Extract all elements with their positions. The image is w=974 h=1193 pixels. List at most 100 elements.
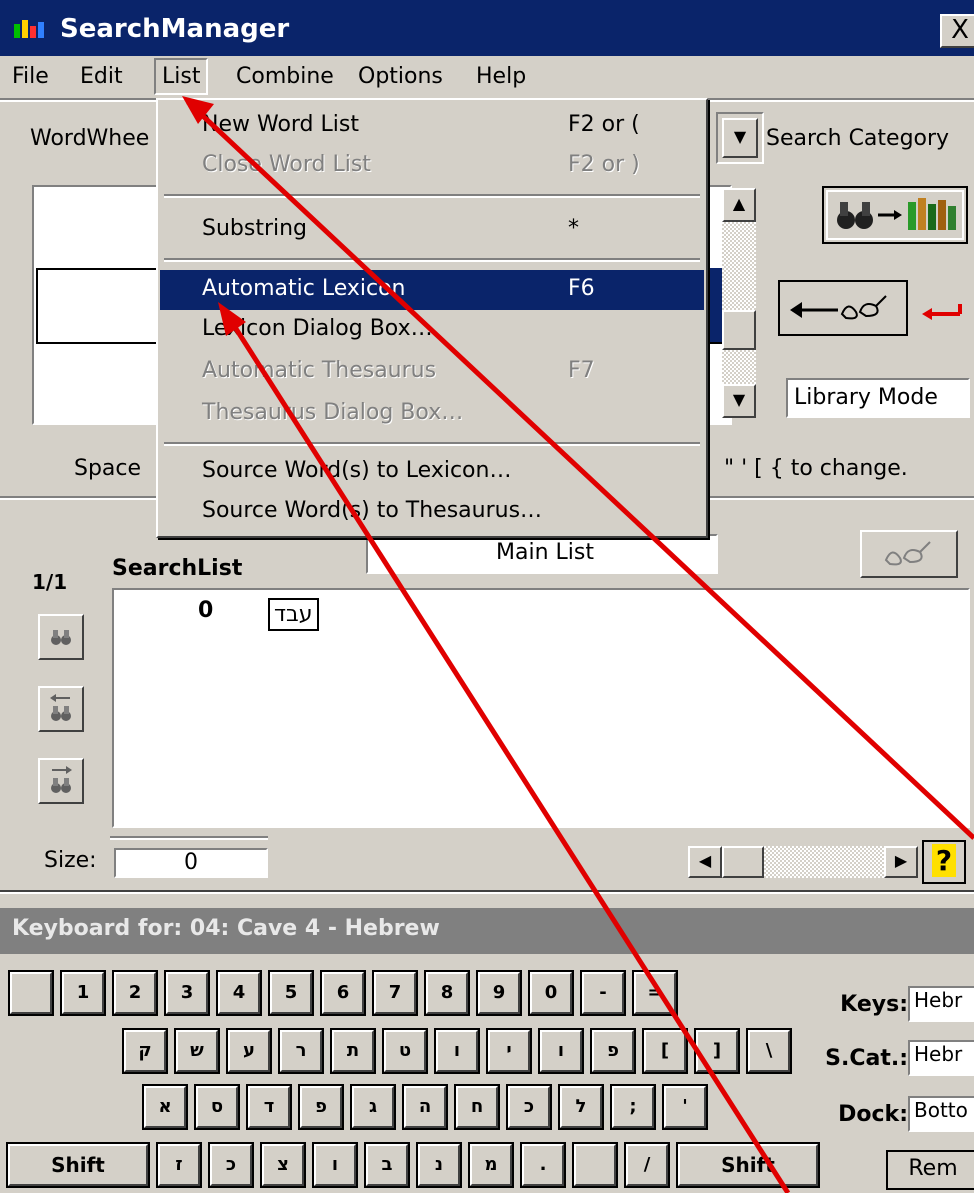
- key-row1-key[interactable]: 1: [62, 972, 104, 1014]
- key-row3-key[interactable]: ס: [196, 1086, 238, 1128]
- key-row3-key[interactable]: כ: [508, 1086, 550, 1128]
- key-row2-key[interactable]: [: [644, 1030, 686, 1072]
- key-row4-key[interactable]: כ: [210, 1144, 252, 1186]
- scat-label: S.Cat.:: [825, 1046, 908, 1071]
- window-title: SearchManager: [60, 14, 290, 44]
- search-button[interactable]: [38, 614, 84, 660]
- help-button[interactable]: ?: [922, 840, 966, 884]
- scroll-right-button[interactable]: ▶: [884, 846, 918, 878]
- key-row3-key[interactable]: ג: [352, 1086, 394, 1128]
- menu-list[interactable]: List: [154, 58, 209, 95]
- key-row2-key[interactable]: ]: [696, 1030, 738, 1072]
- key-row2-key[interactable]: ר: [280, 1030, 322, 1072]
- size-field[interactable]: 0: [114, 848, 268, 878]
- menu-item-label: Automatic Lexicon: [202, 276, 406, 301]
- key-row3-key[interactable]: ה: [404, 1086, 446, 1128]
- searchlist-box[interactable]: 0 עבד: [112, 588, 970, 828]
- key-row3-key[interactable]: ;: [612, 1086, 654, 1128]
- key-row3-key[interactable]: ': [664, 1086, 706, 1128]
- remove-button[interactable]: Rem: [886, 1150, 974, 1190]
- menu-item-shortcut: F6: [568, 276, 595, 301]
- menu-item-label: Lexicon Dialog Box…: [202, 316, 433, 341]
- key-row2-key[interactable]: ו: [436, 1030, 478, 1072]
- menu-item-new-word-list[interactable]: New Word List F2 or (: [160, 106, 704, 146]
- menu-edit[interactable]: Edit: [80, 64, 123, 89]
- key-row4-key[interactable]: [574, 1144, 616, 1186]
- menu-item-substring[interactable]: Substring *: [160, 210, 704, 250]
- key-row1-key[interactable]: 2: [114, 972, 156, 1014]
- key-row1-key[interactable]: 6: [322, 972, 364, 1014]
- keys-field[interactable]: Hebr: [908, 986, 974, 1022]
- shift-key[interactable]: Shift: [678, 1144, 818, 1186]
- key-row1-key[interactable]: 0: [530, 972, 572, 1014]
- keyboard-divider: [0, 890, 974, 894]
- scroll-left-button[interactable]: ◀: [688, 846, 722, 878]
- scroll-up-button[interactable]: ▲: [722, 188, 756, 222]
- menu-item-automatic-thesaurus[interactable]: Automatic Thesaurus F7: [160, 352, 704, 392]
- search-left-button[interactable]: [38, 686, 84, 732]
- key-row2-key[interactable]: ש: [176, 1030, 218, 1072]
- menu-item-shortcut: F2 or ): [568, 152, 640, 177]
- dock-field[interactable]: Botto: [908, 1096, 974, 1132]
- wordwheel-scrollbar[interactable]: [722, 190, 756, 416]
- key-row4-key[interactable]: נ: [418, 1144, 460, 1186]
- menu-item-shortcut: *: [568, 216, 579, 241]
- key-row4-key[interactable]: ו: [314, 1144, 356, 1186]
- key-row2-key[interactable]: ו: [540, 1030, 582, 1072]
- key-row1-key[interactable]: 4: [218, 972, 260, 1014]
- menu-item-source-to-lexicon[interactable]: Source Word(s) to Lexicon…: [160, 452, 704, 492]
- shift-key[interactable]: Shift: [8, 1144, 148, 1186]
- menu-help[interactable]: Help: [476, 64, 526, 89]
- menu-item-close-word-list[interactable]: Close Word List F2 or ): [160, 146, 704, 186]
- entry-word[interactable]: עבד: [268, 598, 319, 631]
- key-row2-key[interactable]: י: [488, 1030, 530, 1072]
- scroll-down-button[interactable]: ▼: [722, 384, 756, 418]
- key-row4-key[interactable]: ז: [158, 1144, 200, 1186]
- menu-item-source-to-thesaurus[interactable]: Source Word(s) to Thesaurus…: [160, 492, 704, 532]
- search-right-button[interactable]: [38, 758, 84, 804]
- menu-combine[interactable]: Combine: [236, 64, 334, 89]
- menu-item-lexicon-dialog[interactable]: Lexicon Dialog Box…: [160, 310, 704, 350]
- key-row1-key[interactable]: =: [634, 972, 676, 1014]
- list-name-field[interactable]: Main List: [366, 534, 718, 574]
- key-row2-key[interactable]: \: [748, 1030, 790, 1072]
- key-row2-key[interactable]: ע: [228, 1030, 270, 1072]
- key-row3-key[interactable]: ח: [456, 1086, 498, 1128]
- menu-item-automatic-lexicon[interactable]: Automatic Lexicon F6: [160, 270, 704, 310]
- key-row1-key[interactable]: 9: [478, 972, 520, 1014]
- title-bar[interactable]: SearchManager X: [0, 0, 974, 56]
- menu-options[interactable]: Options: [358, 64, 443, 89]
- key-row2-key[interactable]: ט: [384, 1030, 426, 1072]
- key-row4-key[interactable]: .: [522, 1144, 564, 1186]
- key-row2-key[interactable]: פ: [592, 1030, 634, 1072]
- hscroll-thumb[interactable]: [722, 846, 764, 878]
- key-row2-key[interactable]: ק: [124, 1030, 166, 1072]
- key-row1-key[interactable]: 5: [270, 972, 312, 1014]
- menu-item-thesaurus-dialog[interactable]: Thesaurus Dialog Box…: [160, 394, 704, 434]
- lexicon-back-button[interactable]: [778, 280, 908, 336]
- key-row3-key[interactable]: ד: [248, 1086, 290, 1128]
- library-mode-field[interactable]: Library Mode: [786, 378, 970, 418]
- key-row3-key[interactable]: פ: [300, 1086, 342, 1128]
- key-row1-key[interactable]: 3: [166, 972, 208, 1014]
- key-row3-key[interactable]: א: [144, 1086, 186, 1128]
- menu-file[interactable]: File: [12, 64, 49, 89]
- key-row1-key[interactable]: [10, 972, 52, 1014]
- key-row4-key[interactable]: מ: [470, 1144, 512, 1186]
- key-row3-key[interactable]: ל: [560, 1086, 602, 1128]
- key-row1-key[interactable]: 7: [374, 972, 416, 1014]
- key-row2-key[interactable]: ת: [332, 1030, 374, 1072]
- wordlist-dropdown-button[interactable]: ▼: [722, 118, 758, 158]
- keyboard-title: Keyboard for: 04: Cave 4 - Hebrew: [0, 908, 974, 954]
- key-row1-key[interactable]: 8: [426, 972, 468, 1014]
- binoculars-icon: [51, 630, 71, 645]
- search-library-button[interactable]: [822, 186, 968, 244]
- scroll-thumb[interactable]: [722, 310, 756, 350]
- key-row1-key[interactable]: -: [582, 972, 624, 1014]
- key-row4-key[interactable]: צ: [262, 1144, 304, 1186]
- key-row4-key[interactable]: /: [626, 1144, 668, 1186]
- scat-field[interactable]: Hebr: [908, 1040, 974, 1076]
- glasses-button[interactable]: [860, 530, 958, 578]
- key-row4-key[interactable]: ב: [366, 1144, 408, 1186]
- close-button[interactable]: X: [940, 14, 974, 48]
